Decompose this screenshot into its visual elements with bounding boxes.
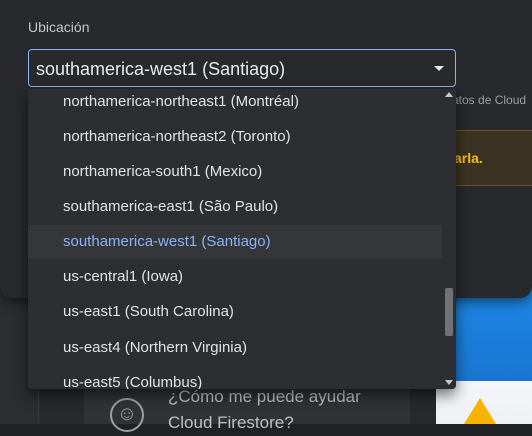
smiley-icon: ☺ <box>110 398 144 432</box>
scroll-down-icon[interactable] <box>445 380 453 385</box>
flame-icon <box>464 398 496 424</box>
option-southamerica-east1[interactable]: southamerica-east1 (São Paulo) <box>28 190 442 224</box>
option-us-east4[interactable]: us-east4 (Northern Virginia) <box>28 331 442 365</box>
option-us-east5[interactable]: us-east5 (Columbus) <box>28 366 442 389</box>
option-northamerica-northeast1[interactable]: northamerica-northeast1 (Montréal) <box>28 89 442 119</box>
option-southamerica-west1[interactable]: southamerica-west1 (Santiago) <box>28 225 442 259</box>
option-northamerica-south1[interactable]: northamerica-south1 (Mexico) <box>28 155 442 189</box>
chat-prompt-line-2: Cloud Firestore? <box>168 413 294 432</box>
dropdown-arrow-icon[interactable] <box>434 66 444 71</box>
warning-text: arla. <box>454 150 483 166</box>
location-select-value: southamerica-west1 (Santiago) <box>36 59 286 79</box>
cloud-data-text: atos de Cloud <box>452 93 527 107</box>
option-northamerica-northeast2[interactable]: northamerica-northeast2 (Toronto) <box>28 120 442 154</box>
option-us-east1[interactable]: us-east1 (South Carolina) <box>28 295 442 329</box>
location-select[interactable]: southamerica-west1 (Santiago) <box>28 49 456 87</box>
scroll-thumb[interactable] <box>445 288 453 336</box>
scrollbar[interactable] <box>442 89 456 389</box>
option-us-central1[interactable]: us-central1 (Iowa) <box>28 260 442 294</box>
location-label: Ubicación <box>28 19 90 35</box>
scroll-up-icon[interactable] <box>445 92 453 97</box>
chat-prompt-text[interactable]: ¿Cómo me puede ayudar Cloud Firestore? <box>168 384 398 436</box>
location-options-list[interactable]: northamerica-northeast1 (Montréal) north… <box>28 89 456 389</box>
